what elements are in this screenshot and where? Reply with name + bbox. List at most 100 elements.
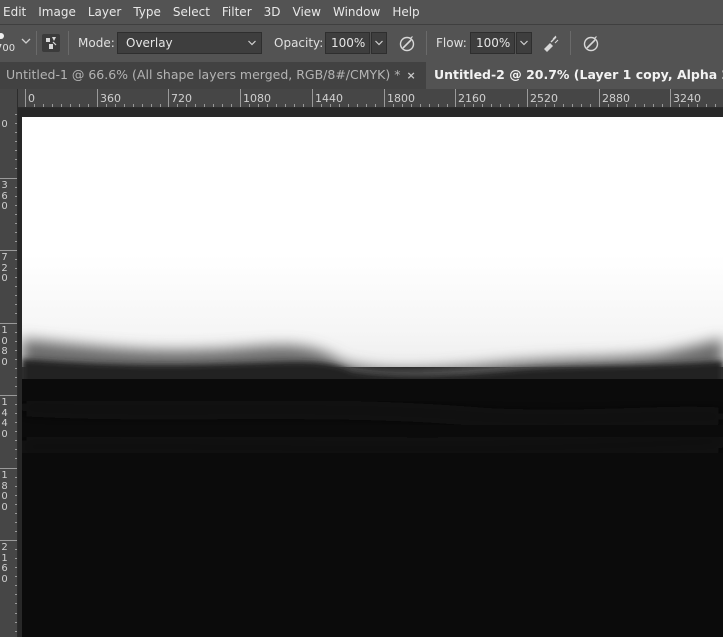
ruler-minor-tick [697, 104, 698, 107]
options-bar: 700 Mode: Overlay Opacity: 100% Flow: 10… [0, 24, 723, 62]
airbrush-icon[interactable] [541, 34, 561, 54]
brush-panel-icon [46, 37, 57, 49]
ruler-major-tick [455, 89, 456, 107]
ruler-minor-tick [482, 104, 483, 107]
flow-input[interactable]: 100% [470, 32, 515, 54]
opacity-input[interactable]: 100% [325, 32, 370, 54]
vertical-ruler[interactable]: 360 720 1080 1440 1800 2160 0 [0, 108, 18, 637]
ruler-minor-tick [294, 104, 295, 107]
ruler-minor-tick [420, 104, 421, 107]
pressure-size-icon[interactable] [581, 34, 601, 54]
ruler-minor-tick [393, 104, 394, 107]
ruler-minor-tick [653, 104, 654, 107]
ruler-minor-tick [679, 104, 680, 107]
menu-help[interactable]: Help [386, 0, 425, 24]
ruler-minor-tick [438, 104, 439, 107]
ruler-minor-tick [61, 104, 62, 107]
ruler-minor-tick [43, 104, 44, 107]
tab-untitled-1[interactable]: Untitled-1 @ 66.6% (All shape layers mer… [0, 62, 426, 89]
ruler-minor-tick [348, 104, 349, 107]
menu-select[interactable]: Select [167, 0, 216, 24]
ruler-major-tick [97, 89, 98, 107]
brush-tip-icon [0, 33, 4, 39]
ruler-minor-tick [70, 104, 71, 107]
brush-settings-button[interactable] [42, 34, 60, 52]
ruler-minor-tick [715, 104, 716, 107]
menu-layer[interactable]: Layer [82, 0, 127, 24]
ruler-minor-tick [160, 104, 161, 107]
chevron-down-icon[interactable] [20, 35, 32, 47]
canvas-image [22, 117, 723, 637]
ruler-minor-tick [34, 104, 35, 107]
ruler-minor-tick [402, 104, 403, 107]
ruler-minor-tick [554, 104, 555, 107]
ruler-minor-tick [500, 104, 501, 107]
ruler-minor-tick [79, 104, 80, 107]
tab-untitled-2[interactable]: Untitled-2 @ 20.7% (Layer 1 copy, Alpha … [426, 62, 723, 89]
close-icon[interactable]: × [406, 69, 415, 82]
ruler-major-tick [599, 89, 600, 107]
ruler-minor-tick [285, 104, 286, 107]
menu-edit[interactable]: Edit [0, 0, 32, 24]
menu-view[interactable]: View [287, 0, 327, 24]
chevron-down-icon [520, 40, 528, 46]
ruler-minor-tick [572, 104, 573, 107]
ruler-minor-tick [590, 104, 591, 107]
ruler-minor-tick [464, 104, 465, 107]
ruler-minor-tick [106, 104, 107, 107]
ruler-minor-tick [267, 104, 268, 107]
ruler-minor-tick [581, 104, 582, 107]
ruler-major-tick [527, 89, 528, 107]
ruler-minor-tick [706, 104, 707, 107]
ruler-label: 0 [1, 119, 8, 130]
ruler-minor-tick [231, 104, 232, 107]
pressure-opacity-icon[interactable] [397, 34, 417, 54]
ruler-minor-tick [142, 104, 143, 107]
separator [426, 31, 427, 55]
ruler-minor-tick [249, 104, 250, 107]
flow-slider-toggle[interactable] [516, 32, 532, 54]
ruler-minor-tick [635, 104, 636, 107]
ruler-major-tick [25, 89, 26, 107]
chevron-down-icon [375, 40, 383, 46]
menu-window[interactable]: Window [327, 0, 386, 24]
brush-size-label: 700 [0, 43, 16, 54]
flow-label: Flow: [436, 36, 467, 50]
ruler-minor-tick [204, 104, 205, 107]
tab-label: Untitled-1 @ 66.6% (All shape layers mer… [6, 67, 401, 82]
menu-3d[interactable]: 3D [258, 0, 287, 24]
menu-type[interactable]: Type [127, 0, 167, 24]
ruler-minor-tick [195, 104, 196, 107]
ruler-major-tick [312, 89, 313, 107]
mode-value: Overlay [126, 36, 173, 50]
ruler-minor-tick [321, 104, 322, 107]
ruler-minor-tick [563, 104, 564, 107]
mode-dropdown[interactable]: Overlay [117, 32, 262, 54]
menu-image[interactable]: Image [32, 0, 82, 24]
ruler-minor-tick [151, 104, 152, 107]
ruler-label: 2160 [1, 542, 8, 585]
menu-bar: Edit Image Layer Type Select Filter 3D V… [0, 0, 723, 24]
document-workspace [18, 108, 723, 637]
ruler-minor-tick [473, 104, 474, 107]
ruler-label: 1080 [1, 325, 8, 368]
brush-preset-picker[interactable]: 700 [0, 30, 16, 56]
horizontal-ruler[interactable]: 0 360 720 1080 1440 1800 2160 2520 2880 3240 [18, 89, 723, 108]
menu-filter[interactable]: Filter [216, 0, 258, 24]
ruler-origin[interactable] [0, 89, 18, 108]
ruler-minor-tick [115, 104, 116, 107]
ruler-minor-tick [124, 104, 125, 107]
ruler-label: 360 [100, 92, 121, 105]
ruler-minor-tick [366, 104, 367, 107]
ruler-minor-tick [447, 104, 448, 107]
ruler-label: 1800 [1, 470, 8, 513]
ruler-label: 360 [1, 180, 8, 212]
ruler-minor-tick [258, 104, 259, 107]
ruler-minor-tick [276, 104, 277, 107]
ruler-minor-tick [545, 104, 546, 107]
ruler-minor-tick [617, 104, 618, 107]
opacity-slider-toggle[interactable] [371, 32, 387, 54]
document-canvas[interactable] [22, 117, 723, 637]
ruler-major-tick [240, 89, 241, 107]
tab-label: Untitled-2 @ 20.7% (Layer 1 copy, Alpha … [434, 67, 723, 82]
